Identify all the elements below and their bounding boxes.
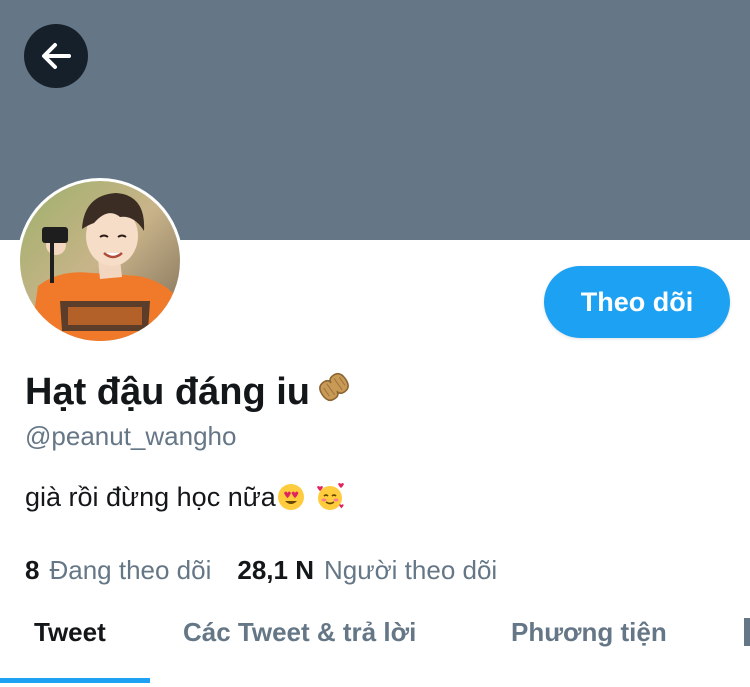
following-stat[interactable]: 8 Đang theo dõi [25, 555, 211, 586]
followers-stat[interactable]: 28,1 N Người theo dõi [237, 555, 497, 586]
active-tab-indicator [0, 678, 150, 683]
display-name: Hạt đậu đáng iu [25, 366, 356, 418]
profile-bio: già rồi đừng học nữa [25, 481, 346, 513]
arrow-left-icon [42, 43, 71, 69]
heart-eyes-emoji-icon [277, 484, 304, 510]
display-name-text: Hạt đậu đáng iu [25, 370, 310, 413]
following-count: 8 [25, 555, 40, 585]
peanut-emoji-icon [312, 366, 356, 418]
followers-label: Người theo dõi [323, 555, 498, 585]
back-button[interactable] [24, 24, 88, 88]
avatar-image [20, 181, 180, 341]
profile-handle: @peanut_wangho [25, 421, 237, 451]
avatar[interactable] [17, 178, 183, 344]
profile-tabs: Tweet Các Tweet & trả lời Phương tiện [0, 600, 750, 687]
tab-tweets-and-replies[interactable]: Các Tweet & trả lời [183, 617, 416, 648]
follow-button[interactable]: Theo dõi [544, 266, 730, 338]
following-label: Đang theo dõi [49, 555, 212, 585]
tab-media[interactable]: Phương tiện [511, 617, 667, 648]
followers-count: 28,1 N [237, 555, 314, 585]
profile-stats: 8 Đang theo dõi 28,1 N Người theo dõi [25, 555, 497, 586]
tab-overflow-partial[interactable] [744, 618, 750, 646]
smiling-hearts-emoji-icon [316, 483, 344, 510]
tab-tweets[interactable]: Tweet [34, 617, 106, 648]
bio-text: già rồi đừng học nữa [25, 481, 276, 512]
profile-page: Theo dõi Hạt đậu đáng iu @peanut_wangho … [0, 0, 750, 687]
